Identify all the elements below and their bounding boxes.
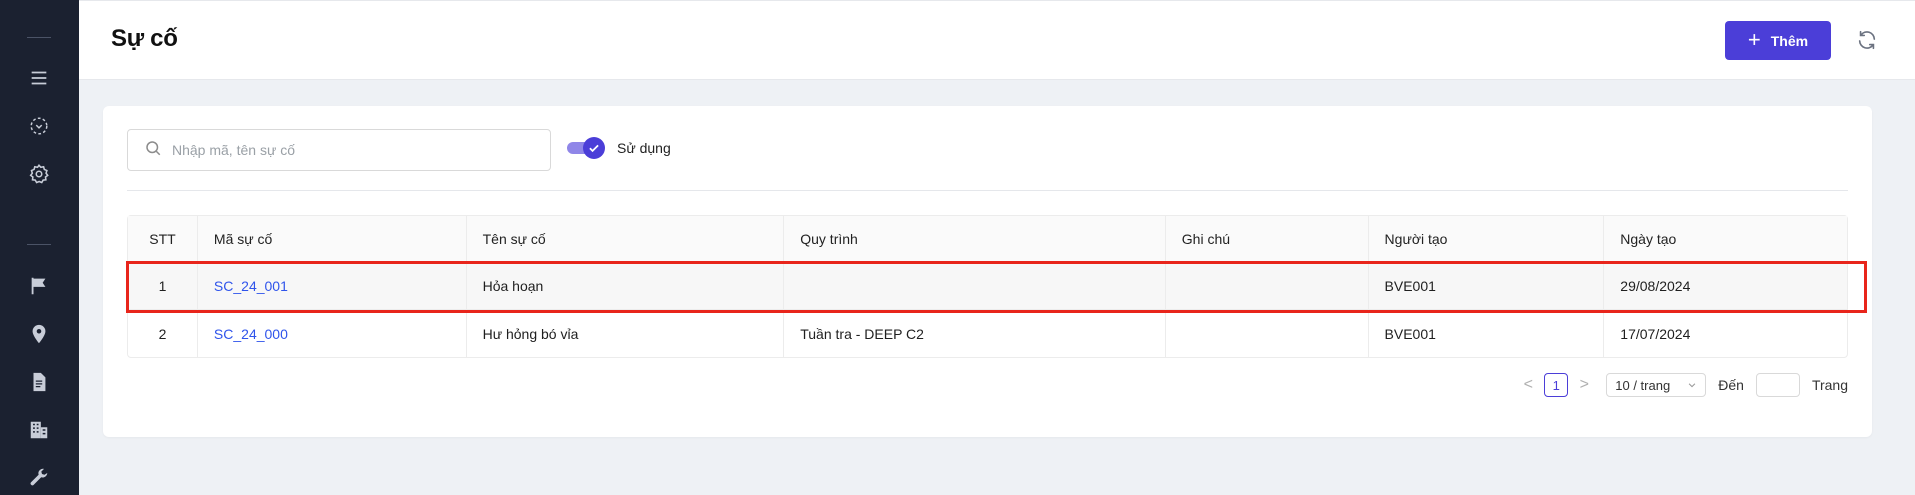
header-ngay-tao: Ngày tạo xyxy=(1620,231,1677,247)
cell-quy-trinh xyxy=(784,263,1166,309)
next-page-button[interactable]: > xyxy=(1572,376,1596,394)
page-size-value: 10 / trang xyxy=(1615,377,1671,393)
cell-stt: 1 xyxy=(128,263,198,309)
content-card: Sử dụng STT Mã sự cố Tên sự cố Quy trình… xyxy=(103,106,1872,437)
cell-ten: Hỏa hoạn xyxy=(467,263,785,309)
cell-ten: Hư hỏng bó vỉa xyxy=(467,310,785,357)
toggle-label: Sử dụng xyxy=(617,140,671,156)
gear-icon[interactable] xyxy=(27,162,51,186)
header-ghi-chu: Ghi chú xyxy=(1166,216,1369,262)
cell-ma-link: SC_24_001 xyxy=(198,263,467,309)
header-stt: STT xyxy=(128,216,198,262)
cell-ma-link: SC_24_000 xyxy=(198,310,467,357)
cell-ghi-chu xyxy=(1166,263,1369,309)
add-button[interactable]: + Thêm xyxy=(1725,21,1831,60)
prev-page-button[interactable]: < xyxy=(1516,376,1540,394)
cell-ngay-tao: 29/08/2024 xyxy=(1620,278,1691,294)
location-icon[interactable] xyxy=(27,322,51,346)
sidebar xyxy=(0,0,79,495)
usage-toggle[interactable]: Sử dụng xyxy=(567,137,671,159)
cell-ngay-tao: 17/07/2024 xyxy=(1620,325,1691,342)
building-icon[interactable] xyxy=(27,418,51,442)
pagination: < 1 > 10 / trang Đến Trang xyxy=(1516,373,1848,397)
table-row[interactable]: 1 SC_24_001 Hỏa hoạn BVE001 29/08/2024 xyxy=(128,263,1847,310)
table-row[interactable]: 2 SC_24_000 Hư hỏng bó vỉa Tuần tra - DE… xyxy=(128,310,1847,357)
cell-ghi-chu xyxy=(1166,310,1369,357)
flag-icon[interactable] xyxy=(27,274,51,298)
header-ten: Tên sự cố xyxy=(467,216,785,262)
incident-table: STT Mã sự cố Tên sự cố Quy trình Ghi chú… xyxy=(127,215,1848,358)
header-nguoi-tao: Người tạo xyxy=(1369,216,1605,262)
incident-code-link[interactable]: SC_24_000 xyxy=(214,326,288,342)
goto-label: Đến xyxy=(1718,377,1744,393)
goto-page-input[interactable] xyxy=(1755,373,1800,397)
page-size-select[interactable]: 10 / trang xyxy=(1606,373,1707,397)
divider xyxy=(127,190,1848,191)
search-box[interactable] xyxy=(127,129,551,171)
search-icon xyxy=(144,139,162,162)
incident-code-link[interactable]: SC_24_001 xyxy=(214,278,288,294)
plus-icon: + xyxy=(1747,26,1761,52)
page-1-button[interactable]: 1 xyxy=(1544,373,1569,397)
sidebar-divider xyxy=(27,244,51,245)
header-quy-trinh: Quy trình xyxy=(784,216,1166,262)
menu-icon[interactable] xyxy=(27,66,51,90)
chevron-down-icon xyxy=(1687,378,1697,393)
check-icon xyxy=(583,137,605,159)
page-title: Sự cố xyxy=(111,25,178,52)
cell-nguoi-tao: BVE001 xyxy=(1369,263,1605,309)
sidebar-divider xyxy=(27,37,51,38)
add-button-label: Thêm xyxy=(1770,32,1809,49)
toggle-switch[interactable] xyxy=(567,137,605,159)
scan-icon[interactable] xyxy=(27,114,51,138)
cell-nguoi-tao: BVE001 xyxy=(1369,310,1605,357)
header-ma: Mã sự cố xyxy=(198,216,467,262)
document-icon[interactable] xyxy=(27,370,51,394)
refresh-icon[interactable] xyxy=(1854,27,1880,53)
cell-stt: 2 xyxy=(128,310,198,357)
wrench-icon[interactable] xyxy=(27,466,51,490)
cell-quy-trinh: Tuần tra - DEEP C2 xyxy=(784,310,1166,357)
table-header: STT Mã sự cố Tên sự cố Quy trình Ghi chú… xyxy=(128,216,1847,263)
page-header: Sự cố + Thêm xyxy=(79,0,1915,80)
search-input[interactable] xyxy=(172,142,532,158)
page-label: Trang xyxy=(1811,377,1848,393)
